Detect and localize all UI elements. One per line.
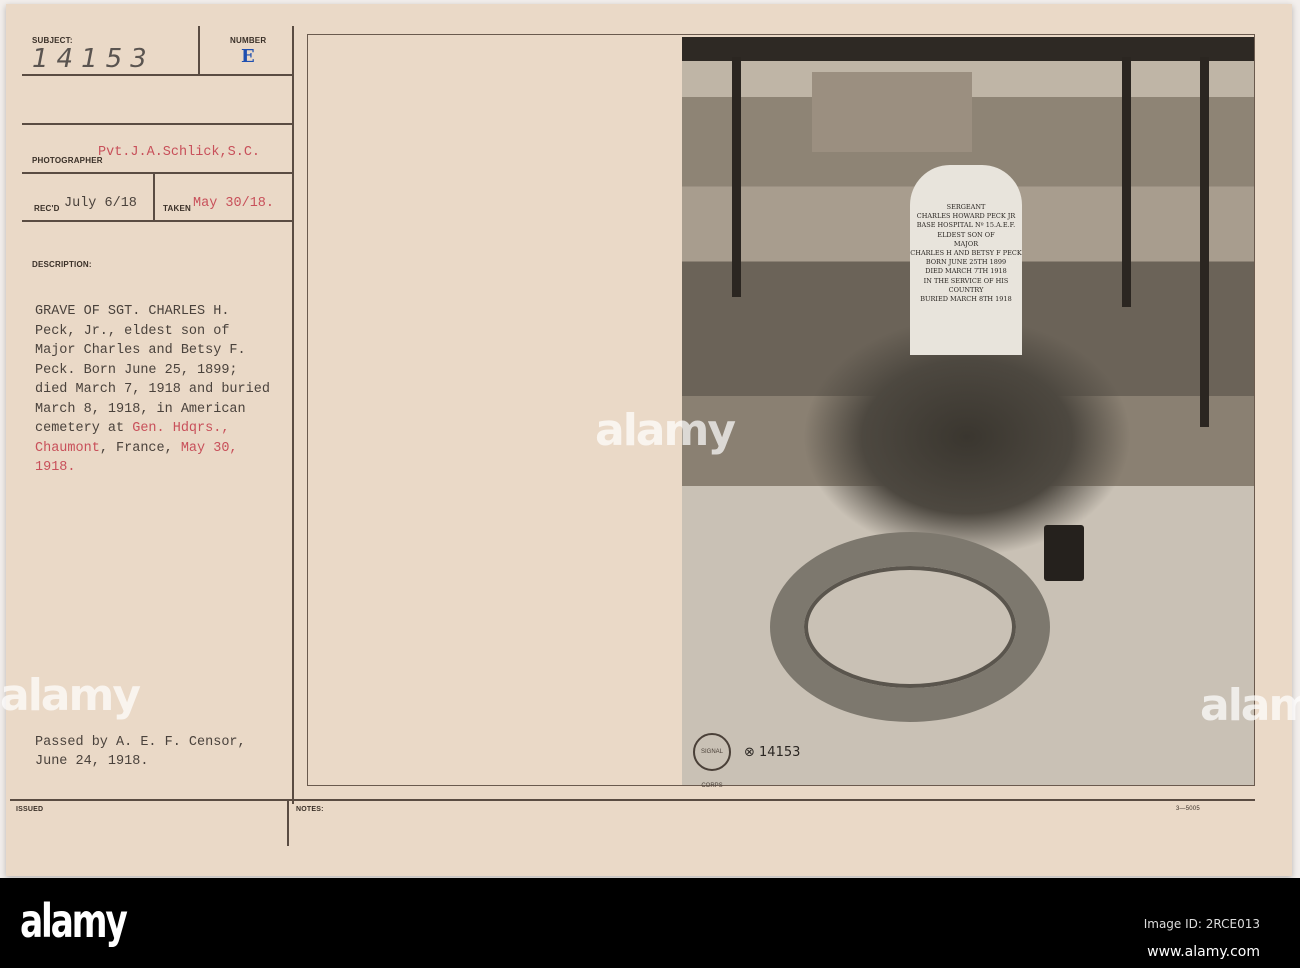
- desc-location: Gen. Hdqrs.,: [132, 421, 230, 436]
- photographer-label: PHOTOGRAPHER: [32, 156, 103, 165]
- issued-label: ISSUED: [16, 806, 44, 813]
- bottom-rule: [10, 799, 1255, 801]
- divider: [22, 123, 294, 125]
- description-label: DESCRIPTION:: [32, 260, 92, 269]
- headstone-line: SERGEANT: [946, 203, 986, 211]
- divider: [287, 799, 289, 846]
- desc-line: Major Charles and Betsy F.: [35, 343, 246, 358]
- divider: [153, 172, 155, 221]
- divider: [292, 26, 294, 804]
- notes-label: NOTES:: [296, 806, 324, 813]
- post: [1122, 57, 1131, 307]
- number-stamp: E: [241, 46, 255, 67]
- divider: [22, 172, 294, 174]
- headstone-line: IN THE SERVICE OF HIS COUNTRY: [923, 276, 1009, 294]
- watermark: alamy: [0, 670, 141, 721]
- grave-photograph: SERGEANT CHARLES HOWARD PECK JR BASE HOS…: [682, 37, 1254, 785]
- headstone-line: ELDEST SON OF: [937, 230, 995, 239]
- headstone-line: MAJOR: [953, 239, 979, 248]
- watermark: alamy: [1200, 680, 1300, 731]
- headstone: SERGEANT CHARLES HOWARD PECK JR BASE HOS…: [910, 165, 1022, 355]
- negative-number: ⊗ 14153: [744, 745, 801, 760]
- desc-location: Chaumont: [35, 440, 100, 456]
- alamy-logo: alamy: [20, 894, 128, 948]
- desc-year: 1918.: [35, 460, 76, 475]
- desc-line: Peck. Born June 25, 1899;: [35, 362, 238, 378]
- headstone-line: BORN JUNE 25TH 1899: [925, 258, 1007, 267]
- taken-label: TAKEN: [163, 204, 191, 213]
- footer-bar: alamy Image ID: 2RCE013 www.alamy.com: [0, 878, 1300, 968]
- divider: [22, 220, 294, 222]
- description-text: GRAVE OF SGT. CHARLES H. Peck, Jr., elde…: [35, 302, 270, 478]
- recd-value: July 6/18: [64, 196, 137, 211]
- subject-number: 14153: [32, 44, 155, 74]
- divider: [198, 26, 200, 74]
- watermark: alamy: [595, 405, 736, 456]
- image-info: Image ID: 2RCE013 www.alamy.com: [1144, 910, 1260, 966]
- image-id: Image ID: 2RCE013: [1143, 917, 1260, 931]
- desc-date: May 30,: [180, 440, 238, 456]
- signal-corps-seal: SIGNAL CORPS: [693, 733, 731, 789]
- headstone-line: CHARLES H AND BETSY F PECK: [910, 249, 1022, 258]
- desc-line: , France,: [99, 440, 181, 456]
- headstone-line: DIED MARCH 7TH 1918: [925, 267, 1007, 276]
- desc-line: Peck, Jr., eldest son of: [35, 323, 230, 339]
- flower-pot: [1044, 525, 1084, 581]
- headstone-line: CHARLES HOWARD PECK JR: [916, 212, 1016, 221]
- shelter-roof: [682, 37, 1254, 61]
- desc-line: cemetery at: [35, 421, 133, 436]
- censor-line: Passed by A. E. F. Censor,: [35, 735, 246, 750]
- number-label: NUMBER: [230, 36, 267, 45]
- form-number: 3—5005: [1176, 806, 1200, 812]
- desc-line: GRAVE OF SGT. CHARLES H.: [35, 304, 230, 319]
- censor-line: June 24, 1918.: [35, 754, 149, 769]
- divider: [22, 74, 294, 76]
- wreath: [770, 532, 1050, 722]
- recd-label: REC'D: [34, 204, 60, 213]
- headstone-line: BASE HOSPITAL Nº 15.A.E.F.: [916, 221, 1016, 230]
- taken-value: May 30/18.: [193, 196, 275, 211]
- photographer-value: Pvt.J.A.Schlick,S.C.: [98, 145, 261, 160]
- site-url[interactable]: www.alamy.com: [1144, 938, 1260, 966]
- stone-building: [812, 72, 972, 152]
- post: [732, 57, 741, 297]
- censor-text: Passed by A. E. F. Censor, June 24, 1918…: [35, 733, 246, 771]
- desc-line: died March 7, 1918 and buried: [35, 382, 270, 397]
- headstone-line: BURIED MARCH 8TH 1918: [920, 295, 1012, 304]
- post: [1200, 57, 1209, 427]
- desc-line: March 8, 1918, in American: [35, 401, 246, 417]
